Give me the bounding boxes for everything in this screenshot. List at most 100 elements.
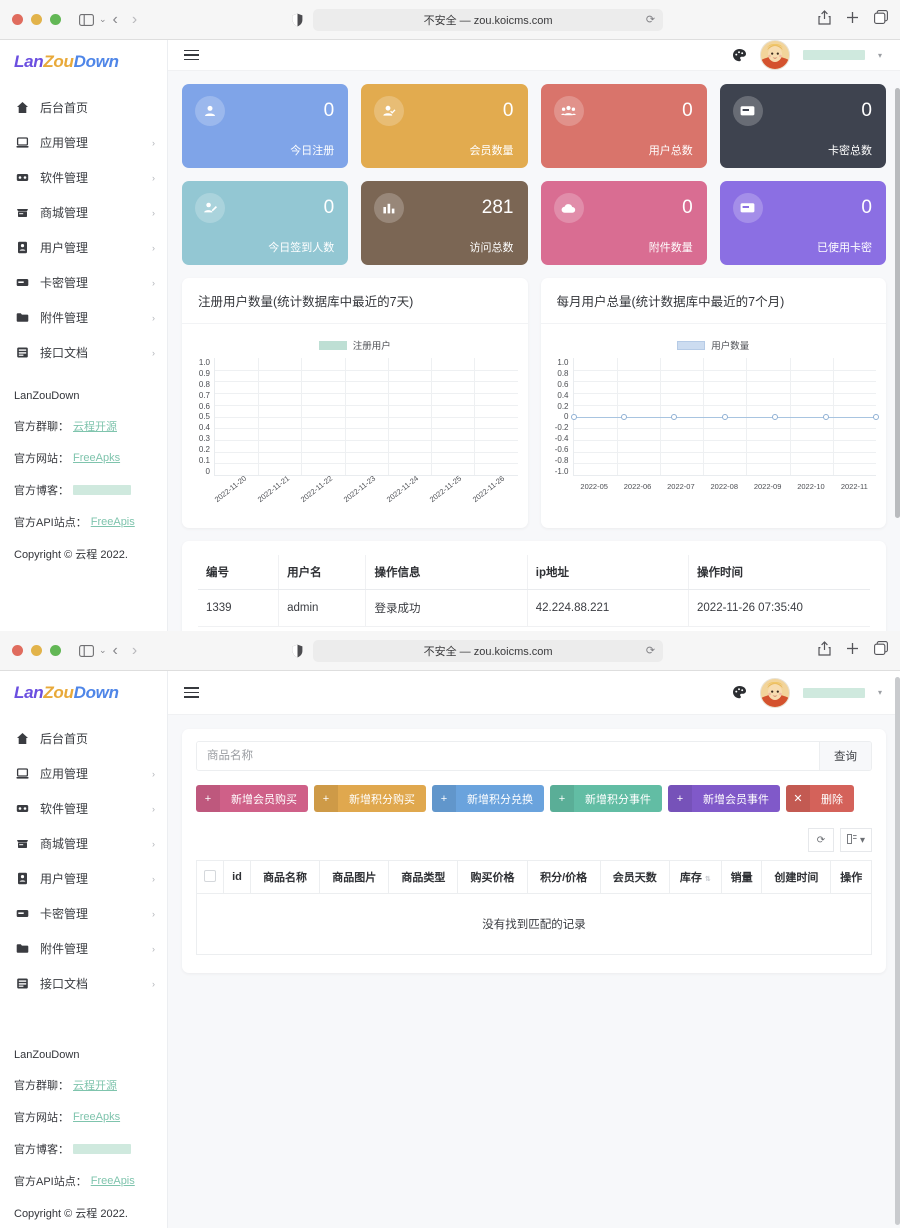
tabs-icon[interactable] (874, 10, 888, 29)
add-points-event-button[interactable]: + 新增积分事件 (550, 785, 662, 812)
column-header[interactable]: id (224, 861, 251, 894)
logo[interactable]: LanZouDown (0, 40, 167, 84)
nav-buttons[interactable]: ‹ › (113, 12, 138, 28)
sidebar-item-user[interactable]: 用户管理 › (0, 230, 167, 265)
hamburger-icon[interactable] (184, 687, 199, 698)
column-header[interactable]: 商品类型 (389, 861, 458, 894)
reload-icon[interactable]: ⟳ (646, 644, 655, 657)
chevron-down-icon[interactable]: ▾ (878, 688, 882, 697)
avatar[interactable] (760, 678, 790, 708)
logo[interactable]: LanZouDown (0, 671, 167, 715)
sidebar-item-attachment[interactable]: 附件管理 › (0, 931, 167, 966)
column-header[interactable]: 用户名 (279, 555, 366, 590)
stat-card[interactable]: 0 今日签到人数 (182, 181, 348, 265)
tabs-icon[interactable] (874, 641, 888, 660)
sidebar-item-home[interactable]: 后台首页 (0, 721, 167, 756)
footer-blog-link-redacted[interactable] (73, 485, 131, 495)
minimize-window-button[interactable] (31, 14, 42, 25)
sidebar-item-store[interactable]: 商城管理 › (0, 195, 167, 230)
window-traffic-lights[interactable] (12, 645, 61, 656)
sidebar-item-software[interactable]: 软件管理 › (0, 160, 167, 195)
minimize-window-button[interactable] (31, 645, 42, 656)
stat-card[interactable]: 0 卡密总数 (720, 84, 886, 168)
username-redacted[interactable] (803, 688, 865, 698)
stat-card[interactable]: 0 用户总数 (541, 84, 707, 168)
share-icon[interactable] (818, 641, 831, 661)
select-all-checkbox[interactable] (204, 870, 216, 882)
stat-card[interactable]: 0 会员数量 (361, 84, 527, 168)
close-window-button[interactable] (12, 645, 23, 656)
sidebar-item-home[interactable]: 后台首页 (0, 90, 167, 125)
search-button[interactable]: 查询 (819, 742, 871, 770)
search-input[interactable] (197, 742, 819, 770)
maximize-window-button[interactable] (50, 14, 61, 25)
sidebar-item-doc[interactable]: 接口文档 › (0, 966, 167, 1001)
column-header[interactable]: 操作时间 (689, 555, 870, 590)
sidebar-item-user[interactable]: 用户管理 › (0, 861, 167, 896)
sidebar-toggle-button[interactable]: ⌄ (79, 645, 107, 657)
username-redacted[interactable] (803, 50, 865, 60)
sidebar-item-attachment[interactable]: 附件管理 › (0, 300, 167, 335)
column-header[interactable]: 创建时间 (762, 861, 831, 894)
column-header-sortable[interactable]: 库存⇅ (669, 861, 721, 894)
sidebar-item-doc[interactable]: 接口文档 › (0, 335, 167, 370)
chevron-down-icon[interactable]: ▾ (878, 51, 882, 60)
add-points-exchange-button[interactable]: + 新增积分兑换 (432, 785, 544, 812)
stat-card[interactable]: 281 访问总数 (361, 181, 527, 265)
columns-button[interactable]: ▾ (840, 828, 872, 852)
select-all-header[interactable] (197, 861, 224, 894)
column-header[interactable]: 商品图片 (320, 861, 389, 894)
sidebar-item-store[interactable]: 商城管理 › (0, 826, 167, 861)
footer-group-link[interactable]: 云程开源 (73, 1077, 117, 1093)
delete-button[interactable]: ✕ 删除 (786, 785, 854, 812)
sidebar-item-software[interactable]: 软件管理 › (0, 791, 167, 826)
page-scrollbar[interactable] (895, 88, 900, 518)
add-member-event-button[interactable]: + 新增会员事件 (668, 785, 780, 812)
maximize-window-button[interactable] (50, 645, 61, 656)
column-header[interactable]: 商品名称 (251, 861, 320, 894)
footer-site-link[interactable]: FreeApks (73, 452, 120, 464)
nav-buttons[interactable]: ‹ › (113, 643, 138, 659)
stat-card[interactable]: 0 已使用卡密 (720, 181, 886, 265)
back-button[interactable]: ‹ (113, 643, 118, 659)
page-scrollbar[interactable] (895, 677, 900, 1225)
sidebar-item-card[interactable]: 卡密管理 › (0, 265, 167, 300)
plus-icon[interactable] (846, 642, 859, 660)
address-bar[interactable]: 不安全 — zou.koicms.com ⟳ (313, 640, 663, 662)
hamburger-icon[interactable] (184, 50, 199, 61)
stat-card[interactable]: 0 今日注册 (182, 84, 348, 168)
close-window-button[interactable] (12, 14, 23, 25)
table-row[interactable]: 1339 admin 登录成功 42.224.88.221 2022-11-26… (198, 590, 870, 627)
column-header[interactable]: 编号 (198, 555, 279, 590)
footer-group-link[interactable]: 云程开源 (73, 418, 117, 434)
stat-card[interactable]: 0 附件数量 (541, 181, 707, 265)
legend-label: 用户数量 (711, 338, 749, 352)
sidebar-toggle-button[interactable]: ⌄ (79, 14, 107, 26)
column-header[interactable]: 会员天数 (600, 861, 669, 894)
add-member-purchase-button[interactable]: + 新增会员购买 (196, 785, 308, 812)
column-header[interactable]: 购买价格 (458, 861, 527, 894)
column-header[interactable]: ip地址 (527, 555, 688, 590)
footer-api-link[interactable]: FreeApis (91, 1175, 135, 1187)
column-header[interactable]: 积分/价格 (527, 861, 600, 894)
column-header[interactable]: 操作 (831, 861, 872, 894)
avatar[interactable] (760, 40, 790, 70)
sidebar-item-app[interactable]: 应用管理 › (0, 756, 167, 791)
plus-icon[interactable] (846, 11, 859, 29)
address-bar[interactable]: 不安全 — zou.koicms.com ⟳ (313, 9, 663, 31)
add-points-purchase-button[interactable]: + 新增积分购买 (314, 785, 426, 812)
footer-site-link[interactable]: FreeApks (73, 1111, 120, 1123)
reload-icon[interactable]: ⟳ (646, 13, 655, 26)
refresh-button[interactable]: ⟳ (808, 828, 834, 852)
footer-api-link[interactable]: FreeApis (91, 516, 135, 528)
footer-blog-link-redacted[interactable] (73, 1144, 131, 1154)
column-header[interactable]: 销量 (721, 861, 761, 894)
palette-icon[interactable] (732, 685, 747, 700)
column-header[interactable]: 操作信息 (366, 555, 527, 590)
sidebar-item-card[interactable]: 卡密管理 › (0, 896, 167, 931)
share-icon[interactable] (818, 10, 831, 30)
back-button[interactable]: ‹ (113, 12, 118, 28)
sidebar-item-app[interactable]: 应用管理 › (0, 125, 167, 160)
palette-icon[interactable] (732, 48, 747, 63)
window-traffic-lights[interactable] (12, 14, 61, 25)
